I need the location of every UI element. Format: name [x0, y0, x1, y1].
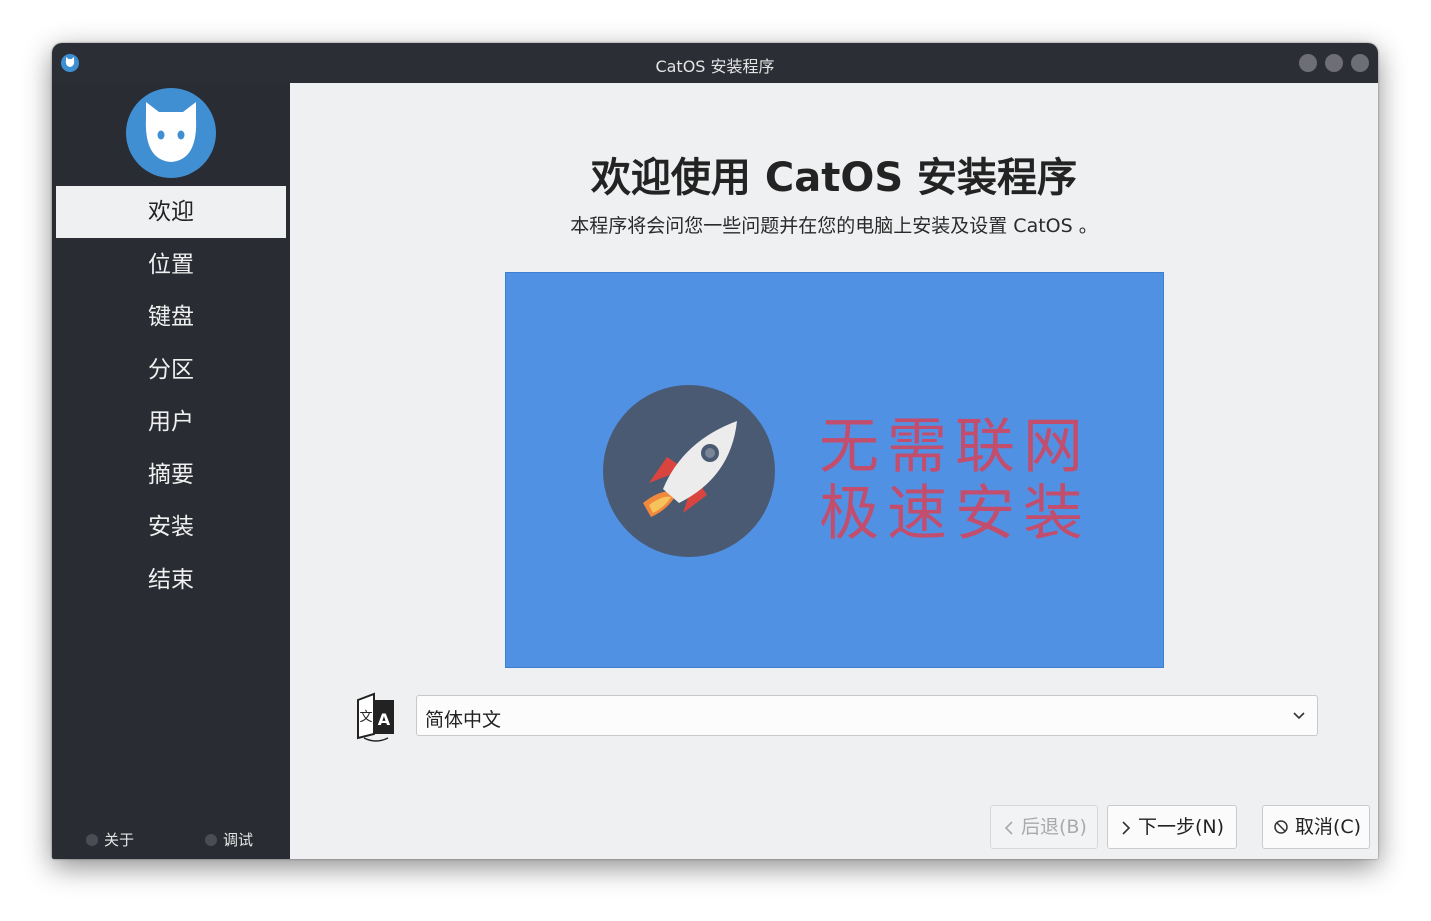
debug-icon: [205, 834, 217, 846]
page-subtitle: 本程序将会问您一些问题并在您的电脑上安装及设置 CatOS 。: [570, 215, 1098, 237]
banner-line-2: 极速安装: [819, 479, 1091, 549]
cancel-icon: [1274, 820, 1288, 834]
step-keyboard: 键盘: [148, 304, 194, 330]
next-button[interactable]: 下一步(N): [1107, 805, 1237, 849]
cancel-button[interactable]: 取消(C): [1262, 805, 1370, 849]
chevron-down-icon: [1293, 712, 1305, 720]
debug-button[interactable]: 调试: [205, 829, 253, 850]
maximize-button[interactable]: [1325, 54, 1343, 72]
language-select[interactable]: 简体中文: [416, 695, 1318, 736]
chevron-right-icon: [1122, 821, 1131, 835]
main-content: 欢迎使用 CatOS 安装程序 本程序将会问您一些问题并在您的电脑上安装及设置 …: [290, 83, 1378, 859]
language-icon: A 文: [357, 692, 394, 742]
about-button[interactable]: 关于: [86, 829, 134, 850]
svg-text:文: 文: [359, 710, 372, 725]
welcome-banner: 无需联网 极速安装: [505, 272, 1164, 668]
title-bar: CatOS 安装程序: [52, 43, 1378, 83]
rocket-icon: [603, 385, 775, 557]
back-button[interactable]: 后退(B): [990, 805, 1098, 849]
language-select-value: 简体中文: [425, 709, 502, 731]
close-button[interactable]: [1351, 54, 1369, 72]
step-finish: 结束: [148, 567, 194, 593]
step-users: 用户: [148, 409, 194, 435]
sidebar: 欢迎 位置 键盘 分区 用户 摘要 安装 结束 关于 调试: [52, 83, 290, 859]
step-summary: 摘要: [148, 462, 194, 488]
page-title: 欢迎使用 CatOS 安装程序: [590, 155, 1078, 201]
svg-text:A: A: [378, 710, 391, 729]
chevron-left-icon: [1004, 821, 1013, 835]
step-partitions: 分区: [148, 357, 194, 383]
window-title: CatOS 安装程序: [655, 57, 775, 76]
step-welcome: 欢迎: [56, 186, 286, 238]
installer-window: CatOS 安装程序 欢迎 位置 键盘 分区 用户 摘要 安装 结束 关于 调试…: [52, 43, 1378, 859]
catos-logo-icon: [126, 88, 216, 178]
minimize-button[interactable]: [1299, 54, 1317, 72]
step-location: 位置: [148, 252, 194, 278]
info-icon: [86, 834, 98, 846]
step-install: 安装: [148, 514, 194, 540]
